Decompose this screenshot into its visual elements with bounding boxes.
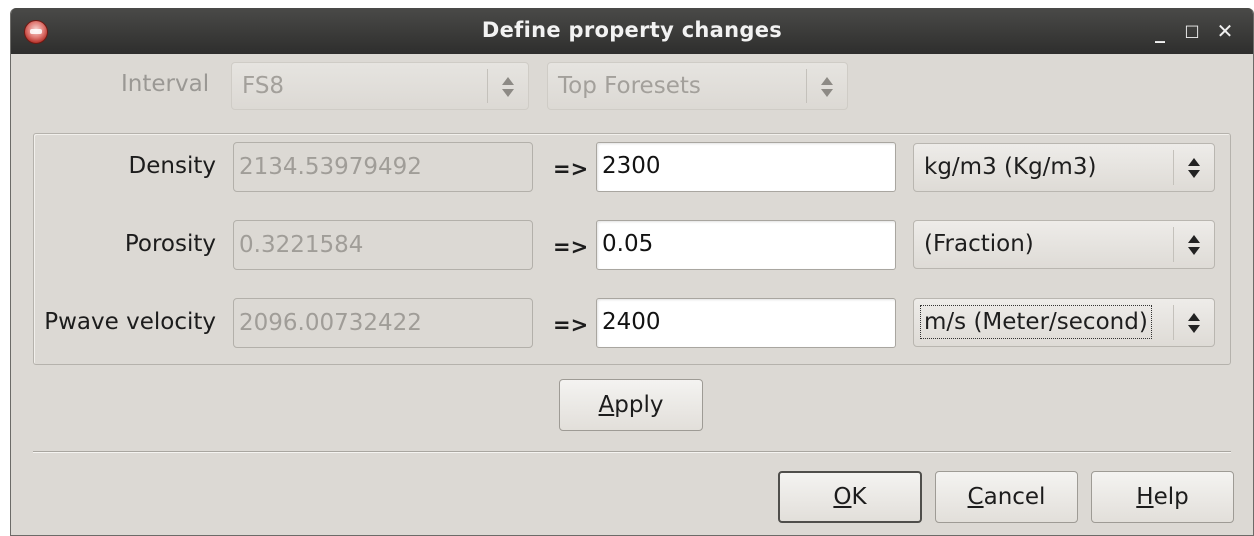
- apply-mnemonic: A: [598, 392, 615, 418]
- porosity-current-field: 0.3221584: [233, 220, 533, 270]
- pwave-velocity-label: Pwave velocity: [44, 309, 216, 335]
- porosity-arrow: =>: [553, 235, 589, 259]
- help-label: elp: [1153, 484, 1189, 510]
- updown-arrow-icon: [1187, 233, 1201, 257]
- cancel-mnemonic: C: [967, 484, 984, 510]
- interval-from-select[interactable]: FS8: [231, 62, 529, 110]
- ok-label: K: [851, 484, 867, 510]
- porosity-new-input[interactable]: 0.05: [596, 220, 896, 270]
- combo-separator: [806, 69, 807, 103]
- apply-button[interactable]: Apply: [559, 379, 703, 431]
- density-arrow: =>: [553, 157, 589, 181]
- maximize-icon[interactable]: □: [1177, 16, 1207, 46]
- porosity-label: Porosity: [124, 231, 216, 257]
- density-new-input[interactable]: 2300: [596, 142, 896, 192]
- density-label: Density: [128, 153, 216, 179]
- density-unit-select[interactable]: kg/m3 (Kg/m3): [913, 143, 1215, 192]
- cancel-label: ancel: [983, 484, 1046, 510]
- updown-arrow-icon: [1187, 311, 1201, 335]
- help-button[interactable]: Help: [1091, 471, 1234, 523]
- pwave-velocity-unit-select[interactable]: m/s (Meter/second): [913, 298, 1215, 347]
- combo-separator: [487, 69, 488, 103]
- window-title: Define property changes: [481, 18, 783, 42]
- updown-arrow-icon: [1187, 156, 1201, 180]
- minimize-icon[interactable]: _: [1145, 16, 1175, 46]
- ok-mnemonic: O: [833, 484, 852, 510]
- pwave-velocity-arrow: =>: [553, 313, 589, 337]
- title-bar[interactable]: Define property changes _ □ ✕: [11, 8, 1253, 54]
- porosity-unit-select[interactable]: (Fraction): [913, 220, 1215, 269]
- pwave-velocity-unit-value: m/s (Meter/second): [920, 305, 1152, 339]
- pwave-velocity-current-field: 2096.00732422: [233, 298, 533, 348]
- porosity-unit-value: (Fraction): [924, 231, 1034, 257]
- interval-to-select[interactable]: Top Foresets: [547, 62, 848, 110]
- density-current-field: 2134.53979492: [233, 142, 533, 192]
- interval-from-value: FS8: [242, 73, 285, 99]
- combo-separator: [1173, 227, 1174, 262]
- dialog-window: Define property changes _ □ ✕ Interval F…: [10, 8, 1254, 536]
- interval-label: Interval: [121, 71, 210, 97]
- combo-separator: [1173, 305, 1174, 340]
- help-mnemonic: H: [1136, 484, 1154, 510]
- density-unit-value: kg/m3 (Kg/m3): [924, 154, 1097, 180]
- apply-label: pply: [614, 392, 664, 418]
- separator-line: [33, 451, 1231, 453]
- interval-to-value: Top Foresets: [558, 73, 701, 99]
- close-icon[interactable]: ✕: [1210, 16, 1240, 46]
- ok-button[interactable]: OK: [778, 471, 922, 523]
- combo-separator: [1173, 150, 1174, 185]
- cancel-button[interactable]: Cancel: [935, 471, 1078, 523]
- updown-arrow-icon: [501, 75, 515, 99]
- pwave-velocity-new-input[interactable]: 2400: [596, 298, 896, 348]
- updown-arrow-icon: [820, 75, 834, 99]
